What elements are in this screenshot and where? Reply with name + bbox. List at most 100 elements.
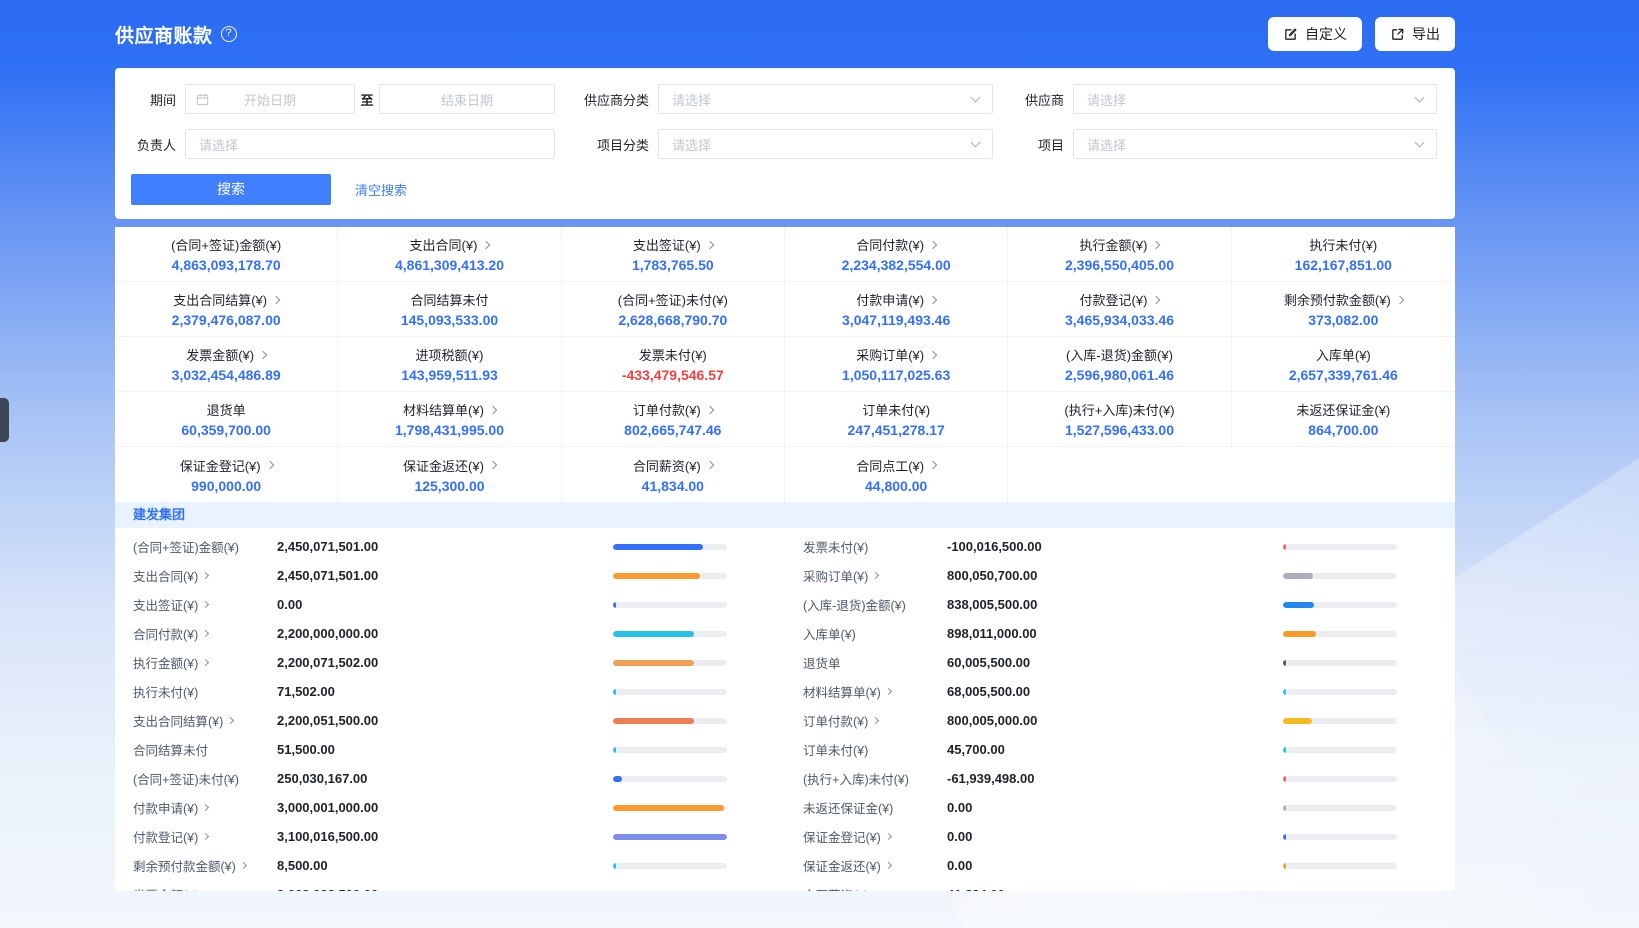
filter-row-2: 负责人 请选择 项目分类 请选择 项目 请选择 bbox=[115, 129, 1437, 159]
chevron-right-icon bbox=[202, 601, 209, 608]
detail-row-label[interactable]: 保证金登记(¥) bbox=[803, 827, 947, 846]
summary-cell-value: 145,093,533.00 bbox=[401, 312, 498, 328]
detail-row: 未返还保证金(¥)0.00 bbox=[785, 793, 1455, 822]
summary-cell[interactable]: 保证金返还(¥)125,300.00 bbox=[338, 447, 561, 502]
detail-row-label: 合同结算未付 bbox=[133, 740, 277, 759]
chevron-right-icon bbox=[1152, 240, 1160, 248]
supplier-select[interactable]: 请选择 bbox=[1073, 84, 1437, 114]
summary-cell[interactable]: 合同薪资(¥)41,834.00 bbox=[562, 447, 785, 502]
detail-row-label[interactable]: 合同薪资(¥) bbox=[803, 885, 947, 891]
summary-cell-value: 162,167,851.00 bbox=[1295, 257, 1392, 273]
summary-cell-value: 41,834.00 bbox=[642, 478, 704, 494]
summary-cell[interactable]: 付款登记(¥)3,465,934,033.46 bbox=[1008, 282, 1231, 337]
chevron-right-icon bbox=[929, 240, 937, 248]
summary-cell-value: 2,657,339,761.46 bbox=[1289, 367, 1398, 383]
summary-cell[interactable]: 发票金额(¥)3,032,454,486.89 bbox=[115, 337, 338, 392]
progress-bar-track bbox=[613, 863, 727, 869]
summary-cell-label: 订单付款(¥) bbox=[633, 400, 713, 419]
detail-row-label[interactable]: 付款申请(¥) bbox=[133, 798, 277, 817]
detail-row: 采购订单(¥)800,050,700.00 bbox=[785, 561, 1455, 590]
progress-bar-track bbox=[613, 660, 727, 666]
chevron-down-icon bbox=[971, 93, 981, 103]
project-select[interactable]: 请选择 bbox=[1073, 129, 1437, 159]
filter-panel: 期间 开始日期 至 结束日期 供应商分类 请选择 bbox=[115, 68, 1455, 219]
detail-row-label[interactable]: 付款登记(¥) bbox=[133, 827, 277, 846]
summary-cell[interactable]: 合同点工(¥)44,800.00 bbox=[785, 447, 1008, 502]
summary-cell-label: 材料结算单(¥) bbox=[403, 400, 496, 419]
sidebar-drawer-handle[interactable] bbox=[0, 398, 9, 442]
progress-bar-track bbox=[613, 573, 727, 579]
summary-cell[interactable]: 采购订单(¥)1,050,117,025.63 bbox=[785, 337, 1008, 392]
summary-cell[interactable]: 材料结算单(¥)1,798,431,995.00 bbox=[338, 392, 561, 447]
detail-row-value: 2,200,071,502.00 bbox=[277, 655, 613, 670]
detail-row-label[interactable]: 合同付款(¥) bbox=[133, 624, 277, 643]
summary-cell-value: 1,527,596,433.00 bbox=[1065, 422, 1174, 438]
progress-bar-track bbox=[1283, 573, 1397, 579]
detail-row-label: (执行+入库)未付(¥) bbox=[803, 769, 947, 788]
detail-row: 保证金登记(¥)0.00 bbox=[785, 822, 1455, 851]
detail-row-value: 800,050,700.00 bbox=[947, 568, 1283, 583]
summary-cell: 执行未付(¥)162,167,851.00 bbox=[1232, 227, 1455, 282]
export-button[interactable]: 导出 bbox=[1375, 17, 1455, 51]
end-date-input[interactable]: 结束日期 bbox=[379, 84, 555, 114]
detail-row: 付款登记(¥)3,100,016,500.00 bbox=[115, 822, 785, 851]
detail-row: 付款申请(¥)3,000,001,000.00 bbox=[115, 793, 785, 822]
summary-cell[interactable]: 支出签证(¥)1,783,765.50 bbox=[562, 227, 785, 282]
detail-row-value: 51,500.00 bbox=[277, 742, 613, 757]
detail-row-label[interactable]: 材料结算单(¥) bbox=[803, 682, 947, 701]
project-category-select[interactable]: 请选择 bbox=[658, 129, 993, 159]
detail-row-label[interactable]: 执行金额(¥) bbox=[133, 653, 277, 672]
progress-bar-fill bbox=[1283, 602, 1314, 608]
detail-row-label[interactable]: 剩余预付款金额(¥) bbox=[133, 856, 277, 875]
chevron-right-icon bbox=[929, 461, 937, 469]
progress-bar-fill bbox=[1283, 660, 1286, 666]
summary-cell[interactable]: 付款申请(¥)3,047,119,493.46 bbox=[785, 282, 1008, 337]
clear-search-link[interactable]: 清空搜索 bbox=[355, 180, 407, 199]
start-date-input[interactable]: 开始日期 bbox=[185, 84, 355, 114]
summary-cell-label: 支出合同结算(¥) bbox=[173, 290, 279, 309]
summary-cell: 进项税额(¥)143,959,511.93 bbox=[338, 337, 561, 392]
detail-row-value: 41,834.00 bbox=[947, 887, 1283, 891]
detail-row-label[interactable]: 支出合同结算(¥) bbox=[133, 711, 277, 730]
supplier-category-select[interactable]: 请选择 bbox=[658, 84, 993, 114]
progress-bar-track bbox=[1283, 834, 1397, 840]
search-button[interactable]: 搜索 bbox=[131, 174, 331, 205]
detail-row-label[interactable]: 采购订单(¥) bbox=[803, 566, 947, 585]
summary-cell-value: 3,047,119,493.46 bbox=[842, 312, 950, 328]
detail-row: 剩余预付款金额(¥)8,500.00 bbox=[115, 851, 785, 880]
summary-cell-value: 3,465,934,033.46 bbox=[1065, 312, 1174, 328]
detail-row-label[interactable]: 保证金返还(¥) bbox=[803, 856, 947, 875]
calendar-icon bbox=[196, 93, 209, 106]
detail-row-label[interactable]: 支出合同(¥) bbox=[133, 566, 277, 585]
summary-cell-value: 125,300.00 bbox=[414, 478, 484, 494]
detail-row-label[interactable]: 支出签证(¥) bbox=[133, 595, 277, 614]
page-background: 供应商账款 ? 自定义 bbox=[0, 0, 1639, 928]
summary-cell[interactable]: 保证金登记(¥)990,000.00 bbox=[115, 447, 338, 502]
customize-button-label: 自定义 bbox=[1305, 24, 1347, 44]
summary-cell[interactable]: 剩余预付款金额(¥)373,082.00 bbox=[1232, 282, 1455, 337]
summary-cell-value: 247,451,278.17 bbox=[847, 422, 944, 438]
progress-bar-fill bbox=[613, 544, 703, 550]
summary-cell[interactable]: 订单付款(¥)802,665,747.46 bbox=[562, 392, 785, 447]
owner-select[interactable]: 请选择 bbox=[185, 129, 555, 159]
help-icon[interactable]: ? bbox=[221, 26, 237, 42]
summary-cell-value: 1,050,117,025.63 bbox=[842, 367, 950, 383]
progress-bar-fill bbox=[613, 834, 727, 840]
summary-cell[interactable]: 支出合同(¥)4,861,309,413.20 bbox=[338, 227, 561, 282]
detail-row-label[interactable]: 发票金额(¥) bbox=[133, 885, 277, 891]
summary-cell[interactable]: 合同付款(¥)2,234,382,554.00 bbox=[785, 227, 1008, 282]
detail-row-value: 2,450,071,501.00 bbox=[277, 568, 613, 583]
chevron-right-icon bbox=[706, 405, 714, 413]
detail-row-value: -100,016,500.00 bbox=[947, 539, 1283, 554]
detail-row-label[interactable]: 订单付款(¥) bbox=[803, 711, 947, 730]
select-placeholder: 请选择 bbox=[672, 135, 711, 154]
summary-cell-label: 订单未付(¥) bbox=[862, 400, 930, 419]
summary-cell[interactable]: 执行金额(¥)2,396,550,405.00 bbox=[1008, 227, 1231, 282]
chevron-down-icon bbox=[971, 138, 981, 148]
customize-button[interactable]: 自定义 bbox=[1268, 17, 1362, 51]
progress-bar-fill bbox=[1283, 718, 1312, 724]
group-header[interactable]: 建发集团 bbox=[115, 502, 1455, 528]
detail-row: 执行未付(¥)71,502.00 bbox=[115, 677, 785, 706]
summary-cell[interactable]: 支出合同结算(¥)2,379,476,087.00 bbox=[115, 282, 338, 337]
detail-row: 合同付款(¥)2,200,000,000.00 bbox=[115, 619, 785, 648]
